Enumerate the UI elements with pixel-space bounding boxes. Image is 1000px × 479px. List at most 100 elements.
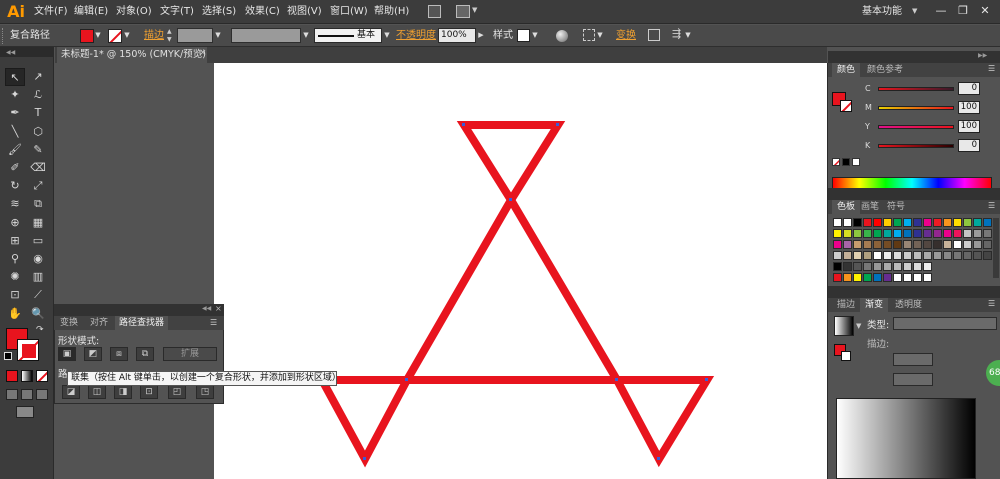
color-swatch[interactable] xyxy=(973,240,982,249)
graphic-style-swatch[interactable] xyxy=(517,29,530,42)
pencil-tool[interactable]: ✎ xyxy=(28,141,48,159)
eraser-tool[interactable]: ⌫ xyxy=(28,159,48,177)
color-swatch[interactable] xyxy=(883,240,892,249)
stroke-label[interactable]: 描边 xyxy=(144,25,164,47)
color-swatch[interactable] xyxy=(883,251,892,260)
panel-menu-icon[interactable]: ☰ xyxy=(988,201,995,210)
left-triangle-shape[interactable] xyxy=(315,376,414,468)
color-swatch[interactable] xyxy=(943,251,952,260)
gradient-angle-input[interactable] xyxy=(893,353,933,366)
swatches-scrollbar[interactable] xyxy=(993,218,999,278)
color-swatch[interactable] xyxy=(903,240,912,249)
color-swatch[interactable] xyxy=(913,240,922,249)
draw-inside-icon[interactable] xyxy=(36,389,48,400)
divide-button[interactable]: ◪ xyxy=(62,385,80,399)
color-stroke-swatch[interactable] xyxy=(840,100,852,112)
collapse-icon[interactable]: ◀◀ xyxy=(6,49,15,56)
color-swatch[interactable] xyxy=(853,240,862,249)
menu-view[interactable]: 视图(V) xyxy=(287,0,322,24)
cyan-slider[interactable] xyxy=(878,87,954,91)
draw-behind-icon[interactable] xyxy=(21,389,33,400)
color-swatch[interactable] xyxy=(953,240,962,249)
color-swatch[interactable] xyxy=(863,273,872,282)
stroke-none-swatch[interactable] xyxy=(108,29,122,43)
paintbrush-tool[interactable]: 🖌 xyxy=(5,141,25,159)
color-swatch[interactable] xyxy=(893,262,902,271)
color-swatch[interactable] xyxy=(843,251,852,260)
chevron-down-icon[interactable]: ▼ xyxy=(94,28,102,43)
menu-file[interactable]: 文件(F) xyxy=(34,0,68,24)
panel-menu-icon[interactable]: ☰ xyxy=(988,64,995,73)
collapse-icon[interactable]: ◀◀ xyxy=(202,305,211,312)
color-swatch[interactable] xyxy=(963,240,972,249)
large-triangle-shape[interactable] xyxy=(400,192,624,384)
recolor-artwork-icon[interactable] xyxy=(556,30,568,42)
color-swatch[interactable] xyxy=(963,218,972,227)
color-swatch[interactable] xyxy=(833,229,842,238)
opacity-label[interactable]: 不透明度 xyxy=(396,25,436,47)
color-swatch[interactable] xyxy=(953,229,962,238)
tab-brushes[interactable]: 画笔 xyxy=(856,200,884,214)
panel-menu-icon[interactable]: ☰ xyxy=(210,318,217,327)
color-swatch[interactable] xyxy=(983,251,992,260)
color-swatch[interactable] xyxy=(923,218,932,227)
mesh-tool[interactable]: ⊞ xyxy=(5,232,25,250)
color-swatch[interactable] xyxy=(973,218,982,227)
unite-button[interactable]: ▣ xyxy=(58,347,76,361)
color-swatch[interactable] xyxy=(963,229,972,238)
scale-tool[interactable]: ⤢ xyxy=(28,177,48,195)
menu-help[interactable]: 帮助(H) xyxy=(374,0,409,24)
color-swatch[interactable] xyxy=(873,251,882,260)
color-swatch[interactable] xyxy=(893,251,902,260)
black-slider[interactable] xyxy=(878,144,954,148)
chevron-down-icon[interactable]: ▼ xyxy=(123,28,131,43)
color-swatch[interactable] xyxy=(853,262,862,271)
swap-fill-stroke-icon[interactable]: ↷ xyxy=(36,325,44,335)
expand-button[interactable]: 扩展 xyxy=(163,347,217,361)
color-swatch[interactable] xyxy=(953,251,962,260)
stroke-swatch[interactable] xyxy=(17,339,39,361)
panel-menu-icon[interactable]: ☰ xyxy=(988,299,995,308)
chevron-down-icon[interactable]: ▼ xyxy=(684,28,692,43)
shape-builder-tool[interactable]: ⊕ xyxy=(5,214,25,232)
gradient-type-dropdown[interactable] xyxy=(893,317,997,330)
color-swatch[interactable] xyxy=(943,218,952,227)
minus-front-button[interactable]: ◩ xyxy=(84,347,102,361)
color-swatch[interactable] xyxy=(903,229,912,238)
hand-tool[interactable]: ✋ xyxy=(5,305,25,323)
color-swatch[interactable] xyxy=(883,273,892,282)
gradient-tool[interactable]: ▭ xyxy=(28,232,48,250)
color-swatch[interactable] xyxy=(833,262,842,271)
color-swatch[interactable] xyxy=(833,251,842,260)
cyan-value[interactable]: 0 xyxy=(958,82,980,95)
gradient-preview[interactable] xyxy=(834,316,854,336)
color-swatch[interactable] xyxy=(923,262,932,271)
color-swatch[interactable] xyxy=(863,240,872,249)
gradient-stroke-swatch[interactable] xyxy=(841,351,851,361)
tab-transparency[interactable]: 透明度 xyxy=(890,298,927,312)
perspective-grid-tool[interactable]: ▦ xyxy=(28,214,48,232)
symbol-sprayer-tool[interactable]: ✺ xyxy=(5,268,25,286)
menu-window[interactable]: 窗口(W) xyxy=(330,0,368,24)
align-icon[interactable] xyxy=(583,29,595,41)
color-swatch[interactable] xyxy=(863,251,872,260)
tab-transform[interactable]: 变换 xyxy=(56,316,82,330)
rotate-tool[interactable]: ↻ xyxy=(5,177,25,195)
color-swatch[interactable] xyxy=(873,240,882,249)
blob-brush-tool[interactable]: ✐ xyxy=(5,159,25,177)
line-tool[interactable]: ╲ xyxy=(5,123,25,141)
color-swatch[interactable] xyxy=(873,218,882,227)
exclude-button[interactable]: ⧉ xyxy=(136,347,154,361)
magenta-value[interactable]: 100 xyxy=(958,101,980,114)
stroke-weight-input[interactable] xyxy=(177,28,213,43)
chevron-down-icon[interactable]: ▼ xyxy=(596,28,604,43)
blend-tool[interactable]: ◉ xyxy=(28,250,48,268)
pen-tool[interactable]: ✒ xyxy=(5,104,25,122)
panel-menu-icon[interactable]: ⇶ xyxy=(672,27,681,40)
color-swatch[interactable] xyxy=(863,218,872,227)
close-tab-icon[interactable]: × xyxy=(199,48,207,58)
color-swatch[interactable] xyxy=(833,218,842,227)
close-icon[interactable]: × xyxy=(215,304,222,313)
color-swatch[interactable] xyxy=(923,273,932,282)
grip-handle[interactable] xyxy=(2,28,5,44)
